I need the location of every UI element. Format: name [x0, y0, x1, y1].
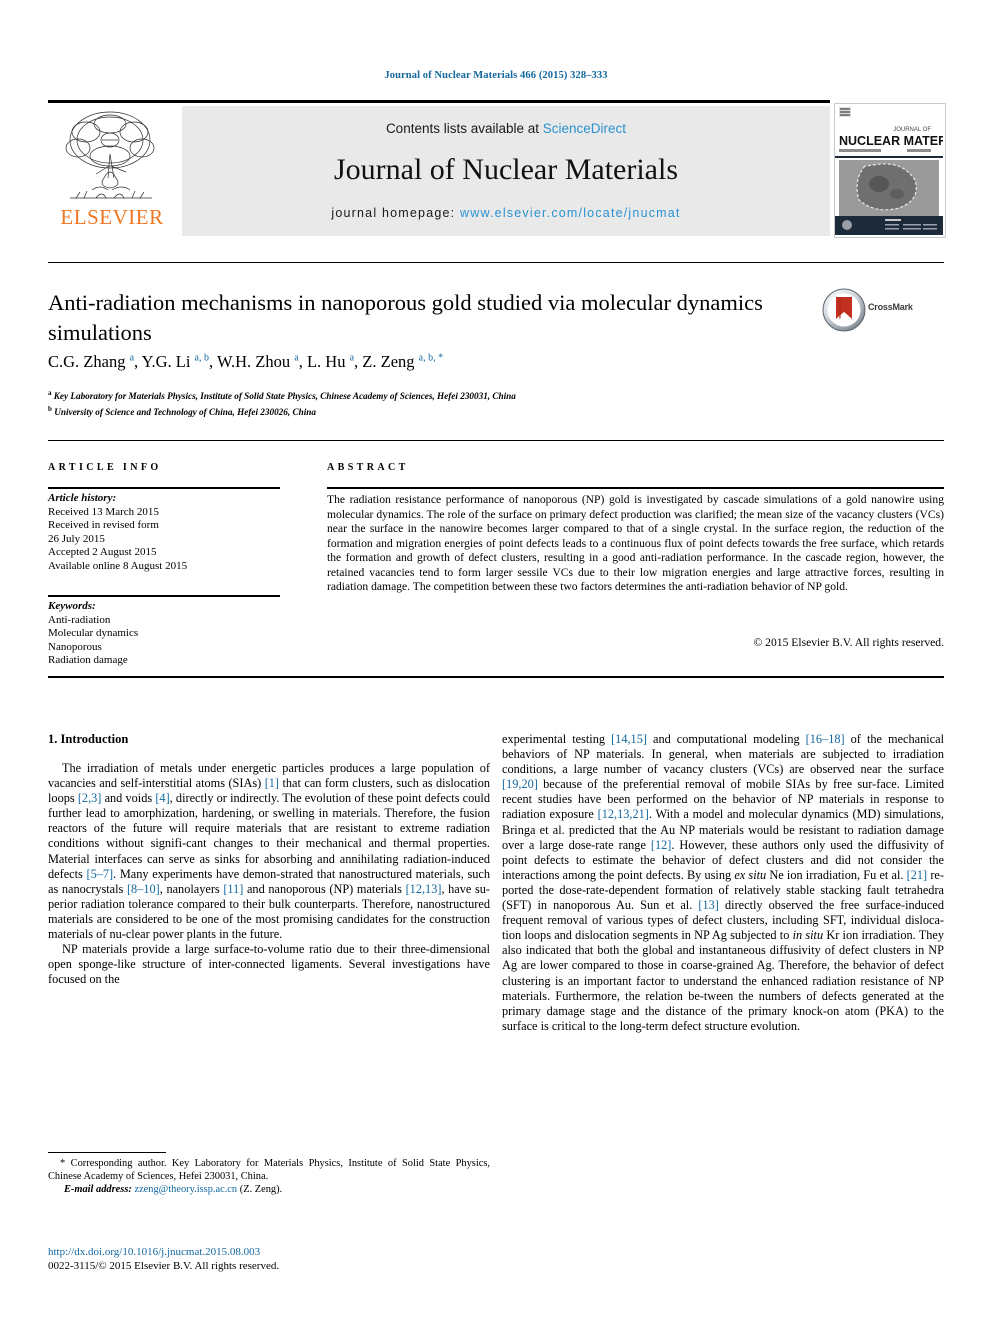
journal-homepage-line: journal homepage: www.elsevier.com/locat…	[182, 206, 830, 220]
crossmark-label: CrossMark	[868, 302, 913, 312]
history-line: Received 13 March 2015	[48, 505, 159, 518]
running-head: Journal of Nuclear Materials 466 (2015) …	[384, 70, 608, 81]
history-rule	[48, 487, 280, 489]
masthead-center-panel: Contents lists available at ScienceDirec…	[182, 106, 830, 236]
journal-masthead: ELSEVIER Contents lists available at Sci…	[48, 100, 946, 238]
doi-block: http://dx.doi.org/10.1016/j.jnucmat.2015…	[48, 1245, 490, 1273]
keyword-item: Radiation damage	[48, 654, 128, 667]
svg-text:NUCLEAR MATERIALS: NUCLEAR MATERIALS	[839, 134, 943, 148]
paragraph: NP materials provide a large surface-to-…	[48, 942, 490, 987]
keywords-block: Keywords: Anti-radiation Molecular dynam…	[48, 600, 288, 668]
corresponding-author-text: Corresponding author. Key Laboratory for…	[48, 1158, 490, 1182]
crossmark-badge[interactable]: CrossMark	[822, 288, 934, 332]
section-heading-introduction: 1. Introduction	[48, 732, 129, 746]
masthead-top-rule	[48, 100, 830, 103]
contents-available-line: Contents lists available at ScienceDirec…	[182, 121, 830, 136]
paragraph: The irradiation of metals under energeti…	[48, 761, 490, 942]
article-info-heading: ARTICLE INFO	[48, 462, 162, 473]
elsevier-wordmark: ELSEVIER	[60, 205, 164, 229]
journal-homepage-link[interactable]: www.elsevier.com/locate/jnucmat	[460, 206, 681, 220]
affiliations: a Key Laboratory for Materials Physics, …	[48, 387, 848, 418]
history-line: 26 July 2015	[48, 532, 105, 545]
abstract-text: The radiation resistance performance of …	[327, 493, 944, 593]
abstract-copyright: © 2015 Elsevier B.V. All rights reserved…	[753, 636, 944, 649]
abstract-rule	[327, 487, 944, 489]
contents-prefix: Contents lists available at	[385, 121, 543, 136]
paper-page: Journal of Nuclear Materials 466 (2015) …	[0, 0, 992, 1323]
paragraph: experimental testing [14,15] and computa…	[502, 732, 945, 1033]
body-column-right: experimental testing [14,15] and computa…	[502, 732, 944, 1034]
info-top-rule	[48, 440, 944, 441]
keywords-label: Keywords:	[48, 600, 96, 612]
keywords-rule	[48, 595, 280, 597]
email-suffix: (Z. Zeng).	[239, 1183, 283, 1195]
footnote-block: * Corresponding author. Key Laboratory f…	[48, 1158, 490, 1196]
keyword-item: Nanoporous	[48, 640, 102, 653]
history-line: Accepted 2 August 2015	[48, 546, 157, 559]
doi-link[interactable]: http://dx.doi.org/10.1016/j.jnucmat.2015…	[48, 1245, 490, 1259]
author-list: C.G. Zhang a, Y.G. Li a, b, W.H. Zhou a,…	[48, 352, 444, 371]
corresponding-author-note: * Corresponding author. Key Laboratory f…	[48, 1158, 490, 1184]
issn-copyright-line: 0022-3115/© 2015 Elsevier B.V. All right…	[48, 1260, 280, 1272]
keyword-item: Anti-radiation	[48, 613, 111, 626]
affiliation-a-text: Key Laboratory for Materials Physics, In…	[53, 391, 516, 402]
email-link[interactable]: zzeng@theory.issp.ac.cn	[134, 1184, 237, 1195]
info-bottom-rule	[48, 676, 944, 679]
affiliation-b-text: University of Science and Technology of …	[54, 406, 316, 417]
journal-cover-thumbnail: JOURNAL OF NUCLEAR MATERIALS	[834, 103, 946, 238]
page-title: Anti-radiation mechanisms in nanoporous …	[48, 290, 763, 345]
article-history: Article history: Received 13 March 2015 …	[48, 492, 288, 574]
body-column-left: 1. Introduction The irradiation of metal…	[48, 732, 490, 987]
abstract-heading: ABSTRACT	[327, 462, 409, 473]
email-note: E-mail address: zzeng@theory.issp.ac.cn …	[48, 1184, 490, 1197]
keyword-item: Molecular dynamics	[48, 627, 139, 640]
elsevier-logo: ELSEVIER	[48, 106, 178, 236]
homepage-prefix: journal homepage:	[331, 206, 460, 220]
affiliation-b: b University of Science and Technology o…	[48, 404, 316, 417]
history-line: Available online 8 August 2015	[48, 559, 188, 572]
email-label: E-mail address:	[64, 1183, 132, 1195]
footnote-rule	[48, 1152, 166, 1153]
title-separator-rule	[48, 262, 944, 263]
journal-title: Journal of Nuclear Materials	[333, 153, 679, 186]
history-label: Article history:	[48, 492, 117, 504]
history-line: Received in revised form	[48, 519, 159, 532]
svg-text:JOURNAL OF: JOURNAL OF	[893, 127, 931, 133]
sciencedirect-link[interactable]: ScienceDirect	[543, 121, 626, 136]
corresponding-marker: *	[60, 1158, 66, 1169]
elsevier-tree-icon	[56, 106, 164, 206]
affiliation-a: a Key Laboratory for Materials Physics, …	[48, 389, 516, 402]
